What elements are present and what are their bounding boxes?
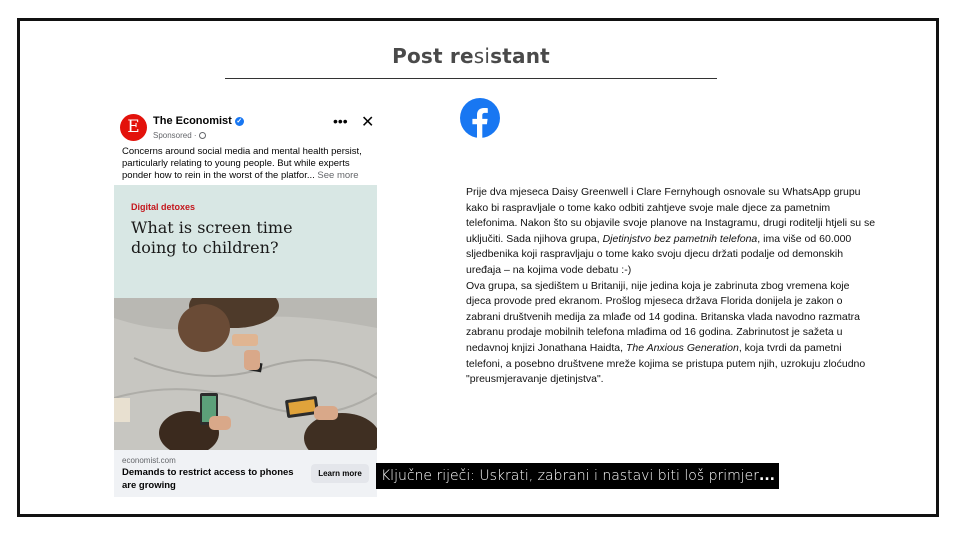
- article-body: Prije dva mjeseca Daisy Greenwell i Clar…: [466, 185, 876, 388]
- title-divider: [225, 78, 717, 79]
- see-more-link[interactable]: See more: [317, 170, 358, 181]
- ad-footer[interactable]: economist.com Demands to restrict access…: [114, 450, 377, 497]
- ad-header: E The Economist ✓ Sponsored · ••• ✕: [120, 113, 376, 143]
- title-part-1: Post re: [392, 44, 474, 68]
- article-paragraph-2: Ova grupa, sa sjedištem u Britaniji, nij…: [466, 279, 876, 388]
- close-icon[interactable]: ✕: [361, 112, 374, 132]
- learn-more-button[interactable]: Learn more: [311, 464, 369, 483]
- slide-title: Post resistant: [0, 44, 942, 68]
- more-options-icon[interactable]: •••: [333, 113, 348, 129]
- sponsored-text: Sponsored ·: [153, 131, 197, 140]
- title-part-2: si: [473, 44, 491, 68]
- ad-domain: economist.com: [122, 456, 176, 465]
- caption-text: Ključne riječi: Uskrati, zabrani i nasta…: [381, 468, 760, 484]
- article-paragraph-1: Prije dva mjeseca Daisy Greenwell i Clar…: [466, 185, 876, 279]
- p2-italic-title: The Anxious Generation: [625, 341, 739, 354]
- ad-cta-title[interactable]: Demands to restrict access to phones are…: [122, 466, 302, 492]
- ad-image-banner: Digital detoxes What is screen time doin…: [114, 185, 377, 298]
- ad-post-text: Concerns around social media and mental …: [122, 146, 372, 182]
- ad-sponsored-label: Sponsored ·: [153, 131, 206, 140]
- economist-logo[interactable]: E: [120, 114, 147, 141]
- ad-image[interactable]: Digital detoxes What is screen time doin…: [114, 185, 377, 450]
- ad-image-tag: Digital detoxes: [131, 202, 196, 212]
- ad-brand-name[interactable]: The Economist ✓: [153, 115, 244, 127]
- globe-icon: [198, 132, 206, 139]
- verified-badge-icon: ✓: [234, 117, 244, 126]
- keywords-caption: Ključne riječi: Uskrati, zabrani i nasta…: [376, 463, 779, 489]
- children-with-phones-photo: [114, 298, 377, 450]
- caption-ellipsis: ...: [759, 468, 775, 484]
- ad-image-headline: What is screen time doing to children?: [131, 218, 293, 257]
- facebook-logo-icon: [460, 98, 500, 138]
- p1-italic-title: Djetinjstvo bez pametnih telefona: [602, 232, 758, 245]
- sponsored-ad-card[interactable]: E The Economist ✓ Sponsored · ••• ✕ Conce…: [114, 105, 377, 497]
- ad-brand-label: The Economist: [153, 115, 232, 127]
- title-part-3: stant: [490, 44, 550, 68]
